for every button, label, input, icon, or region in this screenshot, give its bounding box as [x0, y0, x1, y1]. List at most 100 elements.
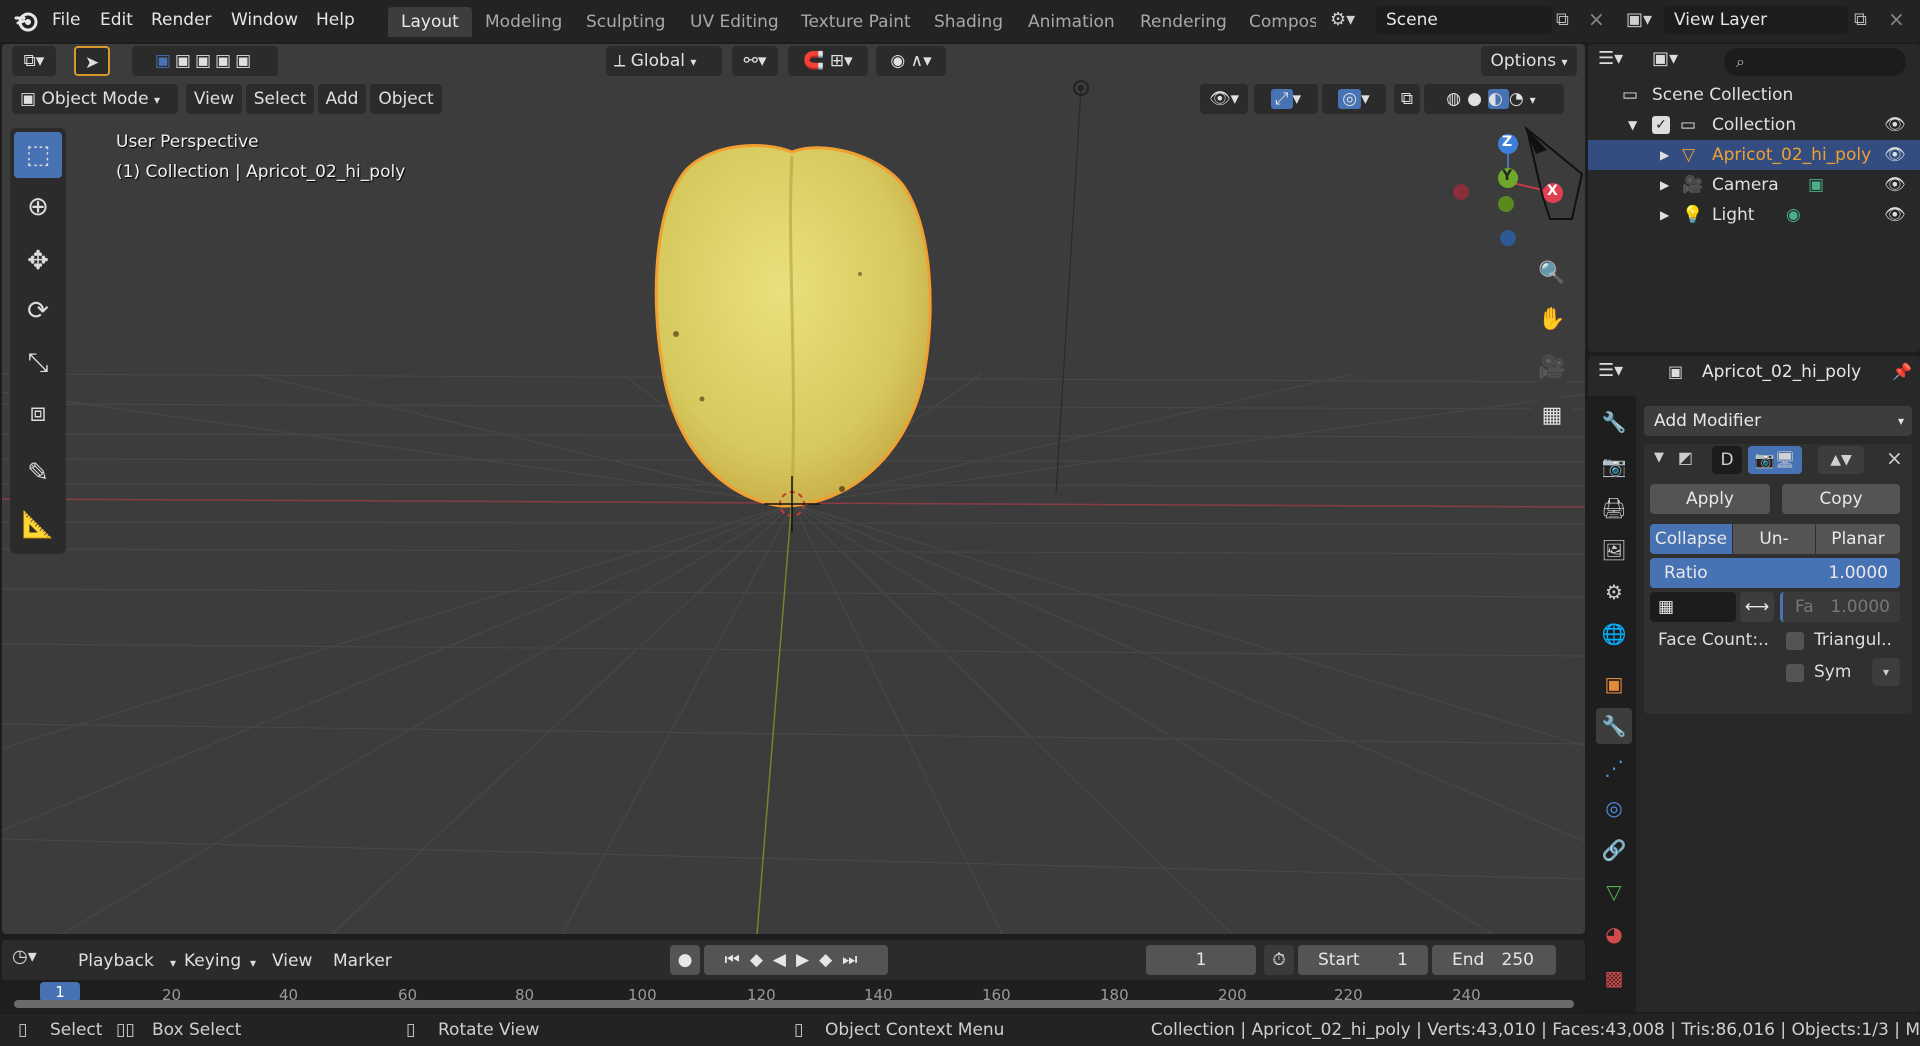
tab-modeling[interactable]: Modeling: [472, 7, 575, 37]
data-tab-icon[interactable]: ▽: [1596, 874, 1632, 910]
next-keyframe-icon[interactable]: ◆: [819, 950, 842, 970]
editor-type-icon[interactable]: ⧉▾: [12, 46, 56, 76]
select-new-icon[interactable]: ▣: [155, 51, 175, 71]
symmetry-axis-dropdown-icon[interactable]: ▾: [1872, 658, 1900, 686]
scale-icon[interactable]: ⤡: [14, 340, 62, 386]
delete-view-layer-icon[interactable]: ×: [1888, 7, 1905, 31]
outliner-row-camera[interactable]: ▶ 🎥 Camera ▣ 👁: [1588, 170, 1920, 200]
gizmo-z-label[interactable]: Z: [1502, 134, 1512, 150]
play-icon[interactable]: ▶: [796, 950, 819, 970]
blender-logo-icon[interactable]: [14, 8, 40, 34]
properties-editor-type-icon[interactable]: ☰▾: [1598, 360, 1642, 388]
add-modifier-dropdown[interactable]: Add Modifier ▾: [1644, 406, 1912, 436]
chevron-down-icon[interactable]: ▾: [170, 956, 176, 970]
scene-selector-icon[interactable]: ⚙▾: [1330, 9, 1366, 33]
triangulate-checkbox[interactable]: [1786, 630, 1804, 650]
menu-window[interactable]: Window: [231, 10, 298, 30]
outliner-row-apricot[interactable]: ▶ ▽ Apricot_02_hi_poly 👁: [1588, 140, 1920, 170]
mode-planar-button[interactable]: Planar: [1816, 524, 1900, 554]
menu-keying[interactable]: Keying: [184, 951, 241, 971]
menu-select[interactable]: Select: [246, 84, 314, 114]
modifier-name-field[interactable]: D: [1712, 446, 1742, 474]
tab-layout[interactable]: Layout: [388, 7, 472, 37]
display-mode-icon[interactable]: ▣▾: [1652, 48, 1696, 76]
scene-field[interactable]: Scene: [1376, 6, 1552, 34]
jump-end-icon[interactable]: ⏭: [842, 950, 867, 970]
timeline-editor-type-icon[interactable]: ◷▾: [12, 946, 60, 974]
snap-icon[interactable]: 🧲 ⊞▾: [788, 46, 868, 76]
view-layer-field[interactable]: View Layer: [1664, 6, 1848, 34]
select-extend-icon[interactable]: ▣: [175, 51, 195, 71]
options-dropdown[interactable]: Options ▾: [1481, 46, 1577, 76]
new-scene-icon[interactable]: ⧉: [1556, 9, 1569, 30]
annotate-icon[interactable]: ✎: [14, 450, 62, 496]
prev-keyframe-icon[interactable]: ◆: [750, 950, 773, 970]
mode-dropdown[interactable]: ▣ Object Mode ▾: [12, 84, 178, 114]
menu-edit[interactable]: Edit: [100, 10, 133, 30]
visibility-icon[interactable]: 👁▾: [1200, 84, 1248, 114]
ratio-slider[interactable]: Ratio 1.0000: [1650, 558, 1900, 588]
tab-texture-paint[interactable]: Texture Paint: [788, 7, 924, 37]
eye-icon[interactable]: 👁: [1884, 110, 1906, 140]
outliner-editor-type-icon[interactable]: ☰▾: [1598, 48, 1642, 76]
move-up-icon[interactable]: ▲: [1830, 452, 1841, 468]
orthographic-grid-icon[interactable]: ▦: [1531, 394, 1573, 436]
select-invert-icon[interactable]: ▣: [215, 51, 235, 71]
mode-collapse-button[interactable]: Collapse: [1650, 524, 1732, 554]
expand-arrow-icon[interactable]: ▶: [1660, 200, 1669, 230]
gizmo-toggle-icon[interactable]: ⤢ ▾: [1254, 84, 1318, 114]
symmetry-checkbox[interactable]: [1786, 662, 1804, 682]
eye-icon[interactable]: 👁: [1884, 170, 1906, 200]
camera-view-icon[interactable]: 🎥: [1531, 346, 1573, 388]
3d-viewport[interactable]: Z Y X ⧉▾ ➤ ▣▣▣▣▣ ⟂ Global ▾ ⚯▾ 🧲 ⊞▾ ◉ ∧▾…: [2, 44, 1585, 934]
outliner-row-light[interactable]: ▶ 💡 Light ◉ 👁: [1588, 200, 1920, 230]
tab-sculpting[interactable]: Sculpting: [573, 7, 678, 37]
checkbox-icon[interactable]: ✓: [1652, 116, 1670, 134]
chevron-down-icon[interactable]: ▾: [1530, 93, 1542, 107]
select-tool-icon[interactable]: ➤: [74, 46, 110, 76]
scene-tab-icon[interactable]: ⚙: [1596, 574, 1632, 610]
shading-mode-group[interactable]: ◍●◐◔▾: [1424, 84, 1564, 114]
xray-icon[interactable]: ⧉: [1394, 84, 1420, 114]
light-data-icon[interactable]: ◉: [1786, 200, 1801, 230]
expand-arrow-icon[interactable]: ▶: [1660, 140, 1669, 170]
pin-icon[interactable]: 📌: [1892, 362, 1912, 381]
pan-hand-icon[interactable]: ✋: [1531, 298, 1573, 340]
transform-icon[interactable]: ⧈: [14, 390, 62, 436]
tab-rendering[interactable]: Rendering: [1127, 7, 1240, 37]
menu-object[interactable]: Object: [370, 84, 442, 114]
tab-compositing[interactable]: Compos: [1236, 7, 1316, 37]
play-reverse-icon[interactable]: ◀: [773, 950, 796, 970]
texture-tab-icon[interactable]: ▩: [1596, 960, 1632, 996]
tab-animation[interactable]: Animation: [1015, 7, 1128, 37]
rendered-shading-icon[interactable]: ◔: [1509, 89, 1530, 109]
camera-data-icon[interactable]: ▣: [1808, 170, 1824, 200]
outliner-row-collection[interactable]: ▼ ✓ ▭ Collection 👁: [1588, 110, 1920, 140]
eye-icon[interactable]: 👁: [1884, 200, 1906, 230]
frame-ruler[interactable]: 1 20 40 60 80 100 120 140 160 180 200 22…: [2, 980, 1585, 1012]
menu-view[interactable]: View: [186, 84, 242, 114]
timeline-scrollbar[interactable]: [14, 1000, 1574, 1008]
tab-shading[interactable]: Shading: [921, 7, 1016, 37]
physics-tab-icon[interactable]: ◎: [1596, 790, 1632, 826]
tool-tab-icon[interactable]: 🔧: [1596, 404, 1632, 440]
outliner-search-input[interactable]: ⌕: [1724, 48, 1906, 76]
modifier-tab-icon[interactable]: 🔧: [1596, 708, 1632, 744]
solid-shading-icon[interactable]: ●: [1467, 89, 1488, 109]
constraints-tab-icon[interactable]: 🔗: [1596, 832, 1632, 868]
jump-start-icon[interactable]: ⏮: [725, 950, 750, 970]
viewport-display-icon[interactable]: 🖥: [1775, 450, 1795, 469]
apply-button[interactable]: Apply: [1650, 484, 1770, 514]
menu-file[interactable]: File: [52, 10, 80, 30]
close-icon[interactable]: ×: [1886, 446, 1903, 470]
measure-icon[interactable]: 📐: [14, 502, 62, 548]
expand-arrow-icon[interactable]: ▶: [1660, 170, 1669, 200]
zoom-icon[interactable]: 🔍: [1531, 252, 1573, 294]
eye-icon[interactable]: 👁: [1884, 140, 1906, 170]
collapse-arrow-icon[interactable]: ▼: [1654, 450, 1664, 465]
select-subtract-icon[interactable]: ▣: [195, 51, 215, 71]
select-box-icon[interactable]: ⬚: [14, 132, 62, 178]
object-tab-icon[interactable]: ▣: [1596, 666, 1632, 702]
move-icon[interactable]: ✥: [14, 238, 62, 284]
outliner-row-scene-collection[interactable]: ▭ Scene Collection: [1588, 80, 1920, 110]
